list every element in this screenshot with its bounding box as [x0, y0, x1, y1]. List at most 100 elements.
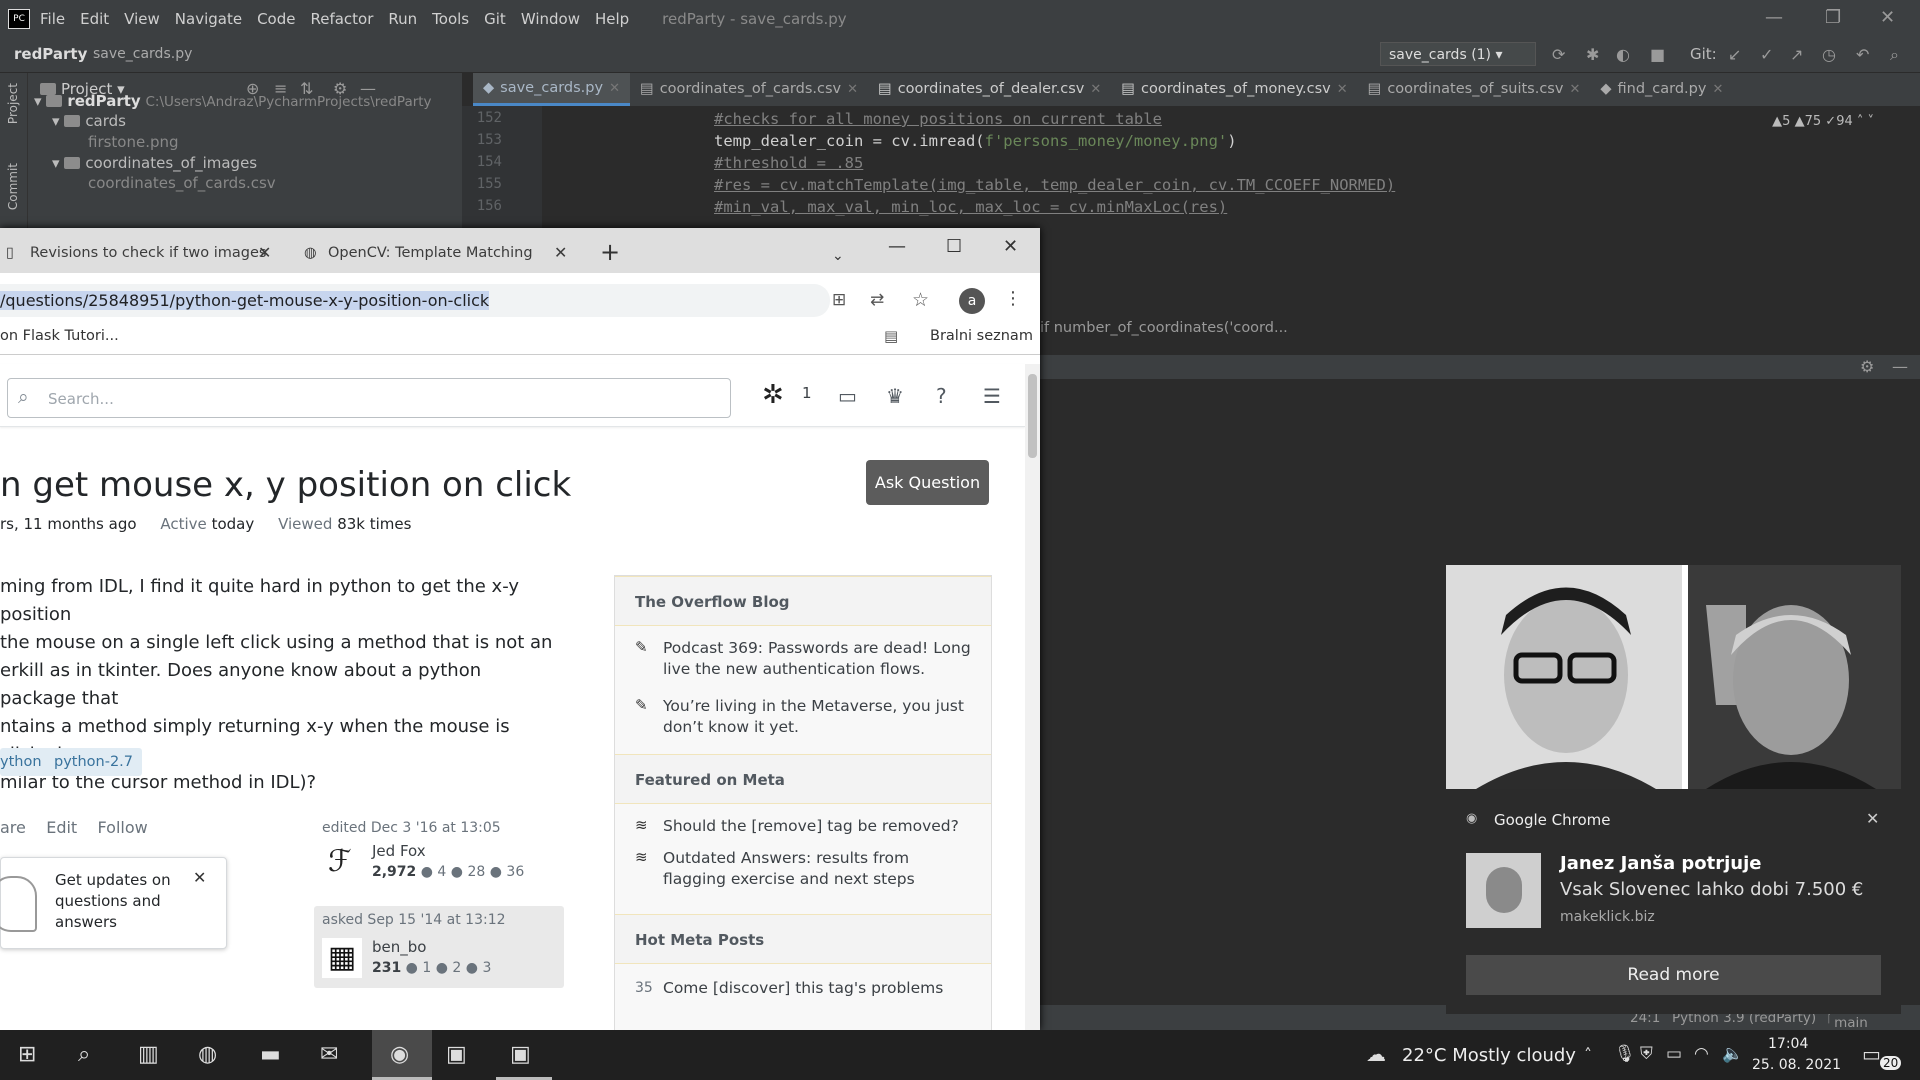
maximize-icon[interactable]: ☐: [946, 236, 962, 257]
user-avatar[interactable]: ℱ: [328, 844, 352, 879]
file-explorer-icon[interactable]: ▬: [260, 1042, 281, 1067]
git-push-icon[interactable]: ↗: [1790, 45, 1803, 64]
microphone-icon[interactable]: 🎙: [1614, 1044, 1636, 1064]
menu-file[interactable]: File: [40, 10, 65, 28]
close-tab-icon[interactable]: ✕: [1569, 73, 1580, 106]
task-view-icon[interactable]: ▥: [138, 1042, 159, 1067]
toast-notification[interactable]: ◉ Google Chrome ✕ Janez Janša potrjuje V…: [1446, 565, 1901, 1014]
tab-find-card[interactable]: ◆ find_card.py ✕: [1590, 73, 1733, 106]
sidebar-link[interactable]: Podcast 369: Passwords are dead! Long li…: [663, 638, 973, 680]
minimize-icon[interactable]: —: [888, 236, 906, 257]
install-app-icon[interactable]: ⊞: [832, 290, 846, 310]
clock-date[interactable]: 25. 08. 2021: [1752, 1057, 1841, 1073]
inspection-widget[interactable]: ▲5 ▲75 ✓94 ˄ ˅: [1772, 114, 1874, 129]
start-icon[interactable]: ⊞: [18, 1042, 36, 1067]
code-editor[interactable]: #checks for all money positions on curre…: [542, 106, 1902, 230]
tab-save-cards[interactable]: ◆ save_cards.py ✕: [473, 73, 630, 106]
rerun-icon[interactable]: ⟳: [1552, 45, 1565, 64]
stop-icon[interactable]: ■: [1650, 45, 1665, 64]
close-tab-icon[interactable]: ✕: [1712, 73, 1723, 106]
achievements-icon[interactable]: ♛: [886, 384, 904, 408]
address-bar[interactable]: /questions/25848951/python-get-mouse-x-y…: [0, 284, 929, 317]
pycharm-taskbar-button[interactable]: ▣: [496, 1030, 552, 1080]
run-configuration-select[interactable]: save_cards (1) ▾: [1380, 42, 1536, 66]
menu-code[interactable]: Code: [257, 10, 295, 28]
chrome-menu-icon[interactable]: ⋮: [1004, 288, 1022, 309]
menu-run[interactable]: Run: [388, 10, 417, 28]
menu-git[interactable]: Git: [484, 10, 506, 28]
tree-file-firstone[interactable]: firstone.png: [88, 132, 179, 152]
webstorm-icon[interactable]: ▣: [446, 1042, 467, 1067]
coverage-icon[interactable]: ◐: [1616, 45, 1630, 64]
tree-file-coordinates-of-cards[interactable]: coordinates_of_cards.csv: [88, 173, 276, 193]
menu-navigate[interactable]: Navigate: [175, 10, 242, 28]
breadcrumb-file[interactable]: save_cards.py: [93, 46, 192, 62]
close-icon[interactable]: ✕: [1866, 809, 1879, 828]
menu-edit[interactable]: Edit: [80, 10, 109, 28]
tab-coordinates-of-cards[interactable]: ▤ coordinates_of_cards.csv ✕: [630, 73, 868, 106]
tree-root[interactable]: ▾ redParty C:\Users\Andraz\PycharmProjec…: [34, 91, 432, 112]
tab-coordinates-of-suits[interactable]: ▤ coordinates_of_suits.csv ✕: [1358, 73, 1591, 106]
page-scrollbar[interactable]: [1025, 364, 1040, 1030]
action-center-icon[interactable]: ▭: [1862, 1042, 1881, 1066]
chrome-taskbar-button[interactable]: ◉: [372, 1030, 432, 1080]
wifi-icon[interactable]: ◠: [1694, 1044, 1709, 1064]
tree-folder-cards[interactable]: ▾ cards: [52, 111, 126, 131]
browser-tab-revisions[interactable]: ▯ Revisions to check if two images ✕: [0, 236, 290, 273]
git-history-icon[interactable]: ◷: [1822, 45, 1836, 64]
rollback-icon[interactable]: ↶: [1856, 45, 1869, 64]
menu-window[interactable]: Window: [521, 10, 580, 28]
git-commit-icon[interactable]: ✓: [1760, 45, 1773, 64]
browser-tab-opencv[interactable]: ◍ OpenCV: Template Matching ✕: [298, 236, 582, 273]
user-avatar[interactable]: ✲: [762, 380, 784, 410]
breadcrumb-project[interactable]: redParty: [14, 45, 87, 63]
tree-folder-coordinates[interactable]: ▾ coordinates_of_images: [52, 153, 257, 173]
sidebar-link[interactable]: Come [discover] this tag's problems: [663, 978, 973, 999]
edit-link[interactable]: Edit: [46, 818, 77, 837]
restore-icon[interactable]: ❐: [1825, 7, 1841, 28]
sidebar-link[interactable]: Should the [remove] tag be removed?: [663, 816, 973, 837]
url-text[interactable]: /questions/25848951/python-get-mouse-x-y…: [0, 291, 490, 310]
edge-icon[interactable]: ◍: [198, 1042, 217, 1067]
menu-refactor[interactable]: Refactor: [310, 10, 373, 28]
project-tool-button[interactable]: Project: [6, 83, 20, 124]
minimize-icon[interactable]: —: [1765, 7, 1783, 28]
active-value[interactable]: today: [212, 515, 255, 533]
hide-panel-icon[interactable]: —: [1892, 357, 1908, 376]
sidebar-link[interactable]: You’re living in the Metaverse, you just…: [663, 696, 973, 738]
sidebar-link[interactable]: Outdated Answers: results from flagging …: [663, 848, 973, 890]
tray-overflow-icon[interactable]: ˄: [1584, 1045, 1592, 1064]
asked-timestamp[interactable]: asked Sep 15 '14 at 13:12: [322, 912, 506, 928]
tab-search-icon[interactable]: ⌄: [832, 248, 844, 264]
menu-view[interactable]: View: [124, 10, 160, 28]
battery-icon[interactable]: ▭: [1666, 1044, 1682, 1064]
search-icon[interactable]: ⌕: [78, 1042, 90, 1067]
tab-coordinates-of-dealer[interactable]: ▤ coordinates_of_dealer.csv ✕: [868, 73, 1111, 106]
mail-icon[interactable]: ✉: [320, 1042, 338, 1067]
close-tab-icon[interactable]: ✕: [1090, 73, 1101, 106]
user-avatar[interactable]: ▦: [322, 938, 362, 978]
tab-coordinates-of-money[interactable]: ▤ coordinates_of_money.csv ✕: [1111, 73, 1357, 106]
volume-icon[interactable]: 🔈: [1722, 1044, 1743, 1064]
close-tab-icon[interactable]: ✕: [1337, 73, 1348, 106]
share-link[interactable]: are: [0, 818, 26, 837]
settings-icon[interactable]: ⚙: [1860, 357, 1874, 376]
search-input[interactable]: ⌕ Search...: [7, 378, 731, 418]
translate-icon[interactable]: ⇄: [870, 290, 884, 310]
clock-time[interactable]: 17:04: [1768, 1036, 1808, 1052]
site-switcher-icon[interactable]: ☰: [983, 384, 1001, 408]
menu-help[interactable]: Help: [595, 10, 629, 28]
user-name[interactable]: ben_bo: [372, 938, 426, 956]
close-tab-icon[interactable]: ✕: [847, 73, 858, 106]
ask-question-button[interactable]: Ask Question: [866, 460, 989, 505]
profile-avatar[interactable]: a: [959, 288, 985, 314]
search-everywhere-icon[interactable]: ⌕: [1890, 45, 1899, 65]
menu-tools[interactable]: Tools: [432, 10, 469, 28]
bookmark-star-icon[interactable]: ☆: [912, 289, 929, 311]
help-icon[interactable]: ?: [936, 384, 947, 408]
close-tab-icon[interactable]: ✕: [609, 72, 620, 105]
security-icon[interactable]: ⛨: [1640, 1044, 1653, 1064]
follow-link[interactable]: Follow: [98, 818, 148, 837]
new-tab-icon[interactable]: +: [600, 238, 620, 266]
user-name[interactable]: Jed Fox: [372, 842, 426, 860]
